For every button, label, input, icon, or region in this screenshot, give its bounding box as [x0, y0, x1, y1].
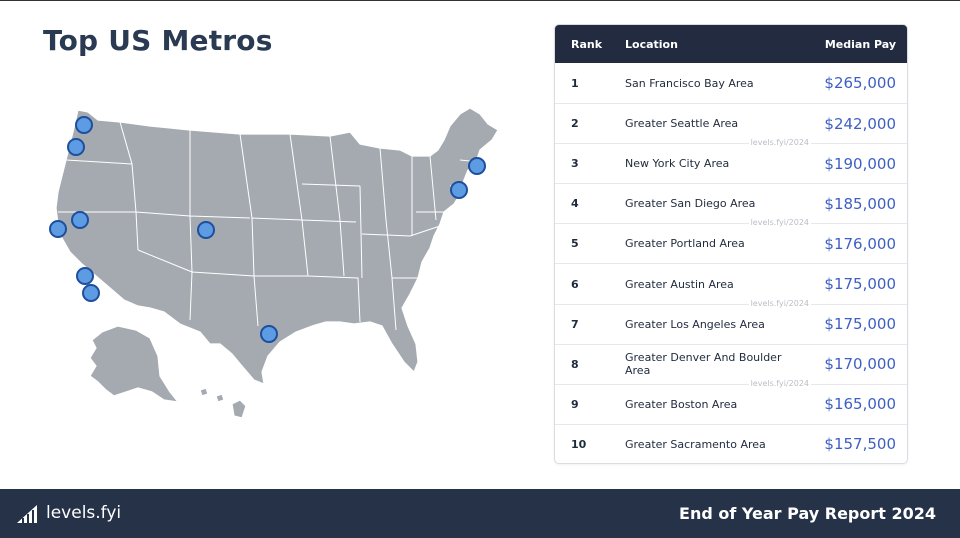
alaska-shape	[89, 325, 179, 403]
pay-cell: $175,000	[824, 275, 896, 294]
metro-dot-denver[interactable]	[197, 221, 215, 239]
rank-cell: 7	[571, 317, 579, 331]
metro-dot-san-francisco[interactable]	[49, 220, 67, 238]
table-row: levels.fyi/2024 7 Greater Los Angeles Ar…	[555, 298, 907, 344]
table-row: levels.fyi/2024 5 Greater Portland Area …	[555, 218, 907, 263]
table-row: 6 Greater Austin Area $175,000	[555, 263, 907, 303]
table-header: Rank Location Median Pay	[555, 25, 907, 63]
location-cell: Greater Los Angeles Area	[625, 317, 765, 331]
pay-cell: $175,000	[824, 315, 896, 334]
levels-logo-icon	[17, 505, 37, 523]
table-row: 4 Greater San Diego Area $185,000	[555, 183, 907, 223]
pay-cell: $242,000	[824, 114, 896, 133]
footer-bar: levels.fyi End of Year Pay Report 2024	[0, 489, 960, 538]
metros-table: Rank Location Median Pay 1 San Francisco…	[554, 24, 908, 464]
rank-cell: 4	[571, 197, 579, 211]
rank-cell: 10	[571, 437, 587, 451]
rank-cell: 9	[571, 397, 579, 411]
table-row: 10 Greater Sacramento Area $157,500	[555, 423, 907, 463]
table-row: 8 Greater Denver And Boulder Area $170,0…	[555, 343, 907, 384]
logo-text[interactable]: levels.fyi	[46, 503, 121, 523]
metro-dot-new-york[interactable]	[450, 181, 468, 199]
watermark: levels.fyi/2024	[748, 218, 811, 229]
table-row: 2 Greater Seattle Area $242,000	[555, 103, 907, 143]
watermark: levels.fyi/2024	[748, 378, 811, 389]
page-title: Top US Metros	[43, 24, 273, 57]
header-rank: Rank	[571, 37, 603, 51]
location-cell: Greater Austin Area	[625, 277, 734, 291]
rank-cell: 2	[571, 117, 579, 131]
table-row: levels.fyi/2024 9 Greater Boston Area $1…	[555, 378, 907, 424]
watermark: levels.fyi/2024	[748, 298, 811, 309]
location-cell: Greater San Diego Area	[625, 197, 756, 211]
rank-cell: 3	[571, 157, 579, 171]
us-map	[40, 100, 510, 430]
location-cell: Greater Seattle Area	[625, 117, 739, 131]
location-cell: San Francisco Bay Area	[625, 76, 754, 90]
metro-dot-seattle[interactable]	[75, 116, 93, 134]
pay-cell: $176,000	[824, 234, 896, 253]
location-cell: Greater Sacramento Area	[625, 437, 766, 451]
location-cell: Greater Denver And Boulder Area	[625, 351, 782, 378]
metro-dot-los-angeles[interactable]	[76, 267, 94, 285]
metro-dot-portland[interactable]	[67, 138, 85, 156]
header-median-pay: Median Pay	[824, 37, 896, 51]
metro-dot-boston[interactable]	[468, 157, 486, 175]
rank-cell: 6	[571, 277, 579, 291]
metro-dot-austin[interactable]	[260, 325, 278, 343]
report-title: End of Year Pay Report 2024	[679, 504, 936, 523]
hawaii-shape	[199, 387, 247, 419]
top-divider	[0, 0, 960, 1]
pay-cell: $170,000	[824, 355, 896, 374]
location-cell: Greater Portland Area	[625, 237, 745, 251]
watermark: levels.fyi/2024	[748, 138, 811, 149]
rank-cell: 1	[571, 76, 579, 90]
table-row: levels.fyi/2024 3 New York City Area $19…	[555, 138, 907, 183]
pay-cell: $190,000	[824, 154, 896, 173]
table-body: 1 San Francisco Bay Area $265,000 2 Grea…	[555, 63, 907, 463]
location-cell: New York City Area	[625, 157, 730, 171]
rank-cell: 5	[571, 237, 579, 251]
pay-cell: $185,000	[824, 194, 896, 213]
rank-cell: 8	[571, 357, 579, 371]
pay-cell: $157,500	[824, 435, 896, 454]
us-map-svg	[49, 107, 499, 419]
pay-cell: $265,000	[824, 74, 896, 93]
metro-dot-sacramento[interactable]	[71, 211, 89, 229]
header-location: Location	[625, 37, 678, 51]
metro-dot-san-diego[interactable]	[82, 284, 100, 302]
pay-cell: $165,000	[824, 395, 896, 414]
location-cell: Greater Boston Area	[625, 397, 738, 411]
table-row: 1 San Francisco Bay Area $265,000	[555, 63, 907, 103]
